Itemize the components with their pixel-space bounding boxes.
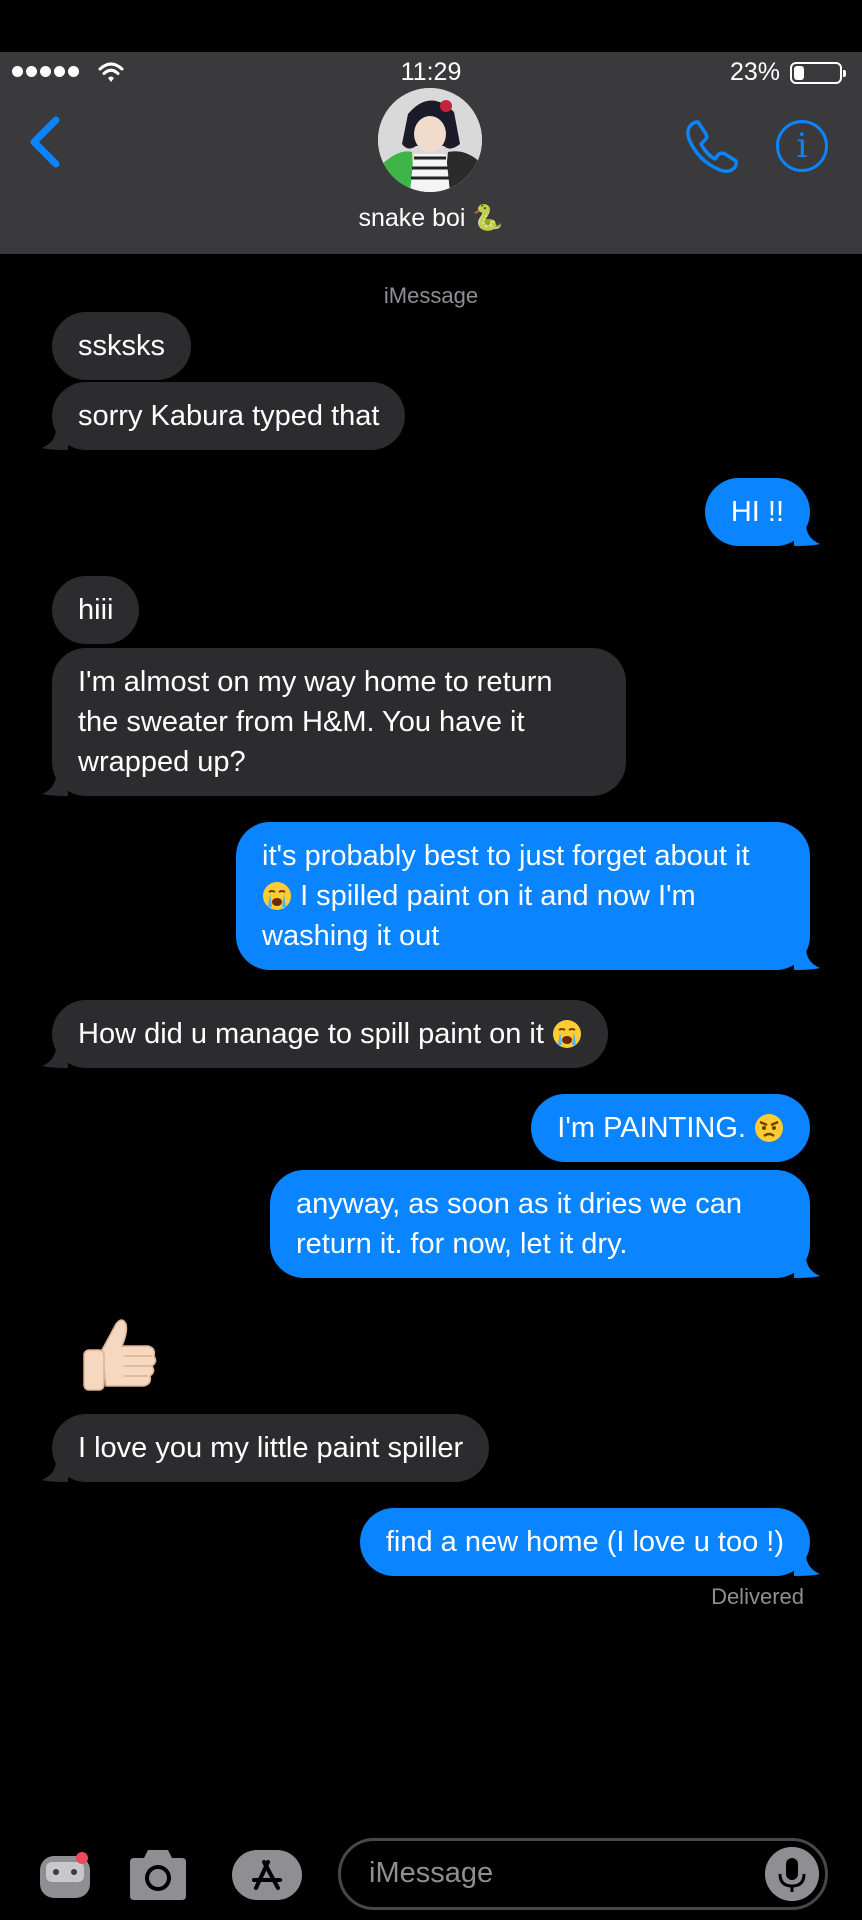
contact-name[interactable]: snake boi 🐍	[0, 204, 862, 233]
message-bubble-outgoing[interactable]: HI !!	[704, 478, 820, 546]
message-text: I love you my little paint spiller	[78, 1432, 464, 1464]
thumbs-up-emoji-icon[interactable]	[76, 1314, 162, 1400]
bubble-tail	[42, 1460, 68, 1482]
info-icon[interactable]: i	[776, 120, 828, 172]
message-bubble-outgoing[interactable]: anyway, as soon as it dries we can retur…	[270, 1170, 820, 1278]
app-store-icon[interactable]	[230, 1846, 304, 1904]
bubble-tail	[794, 1554, 820, 1576]
message-bubble-incoming[interactable]: sorry Kabura typed that	[42, 382, 406, 450]
battery-icon	[790, 62, 846, 84]
message-text: hiii	[78, 594, 114, 626]
message-bubble-outgoing[interactable]: find a new home (I love u too !)	[359, 1508, 820, 1576]
battery-percent: 23%	[729, 58, 780, 86]
message-bubble-incoming[interactable]: How did u manage to spill paint on it	[42, 1000, 608, 1068]
message-bubble-outgoing[interactable]: it's probably best to just forget about …	[236, 822, 820, 970]
loudly-crying-face-emoji-icon	[552, 1020, 581, 1048]
contact-avatar[interactable]	[378, 88, 482, 192]
bubble-tail	[794, 524, 820, 546]
message-input-placeholder: iMessage	[369, 1857, 494, 1889]
message-text-continued: I spilled paint on it and now I'm washin…	[262, 880, 696, 952]
avatar-image	[378, 88, 482, 192]
bubble-tail	[42, 774, 68, 796]
loudly-crying-face-emoji-icon	[263, 882, 291, 910]
message-text: I'm almost on my way home to return the …	[78, 666, 553, 778]
bubble-tail	[42, 428, 68, 450]
message-text: How did u manage to spill paint on it	[78, 1018, 544, 1050]
message-text: sorry Kabura typed that	[78, 400, 380, 432]
message-text: HI !!	[730, 496, 784, 528]
message-text: find a new home (I love u too !)	[385, 1526, 784, 1558]
bubble-tail	[42, 1046, 68, 1068]
message-text: I'm PAINTING.	[557, 1112, 746, 1144]
delivered-status: Delivered	[711, 1584, 804, 1609]
service-label: iMessage	[383, 283, 479, 308]
message-bubble-incoming[interactable]: I love you my little paint spiller	[42, 1414, 490, 1482]
message-bubble-outgoing[interactable]: I'm PAINTING.	[531, 1094, 810, 1162]
message-bubble-incoming[interactable]: hiii	[52, 576, 140, 644]
phone-icon[interactable]	[684, 118, 740, 174]
microphone-icon[interactable]	[765, 1847, 819, 1901]
message-input[interactable]: iMessage	[338, 1838, 828, 1910]
angry-face-emoji-icon	[755, 1114, 783, 1142]
top-black-bar	[0, 0, 862, 52]
bubble-tail	[794, 948, 820, 970]
camera-icon[interactable]	[126, 1846, 190, 1904]
bubble-tail	[794, 1256, 820, 1278]
message-bubble-incoming[interactable]: I'm almost on my way home to return the …	[42, 648, 626, 796]
message-text: it's probably best to just forget about …	[262, 840, 750, 872]
message-text: anyway, as soon as it dries we can retur…	[296, 1188, 742, 1260]
chevron-left-icon[interactable]	[26, 114, 66, 170]
message-text: ssksks	[78, 330, 165, 362]
memoji-sticker-icon[interactable]	[36, 1846, 94, 1904]
message-bubble-incoming[interactable]: ssksks	[52, 312, 191, 380]
status-bar: 11:29 23%	[0, 52, 862, 92]
